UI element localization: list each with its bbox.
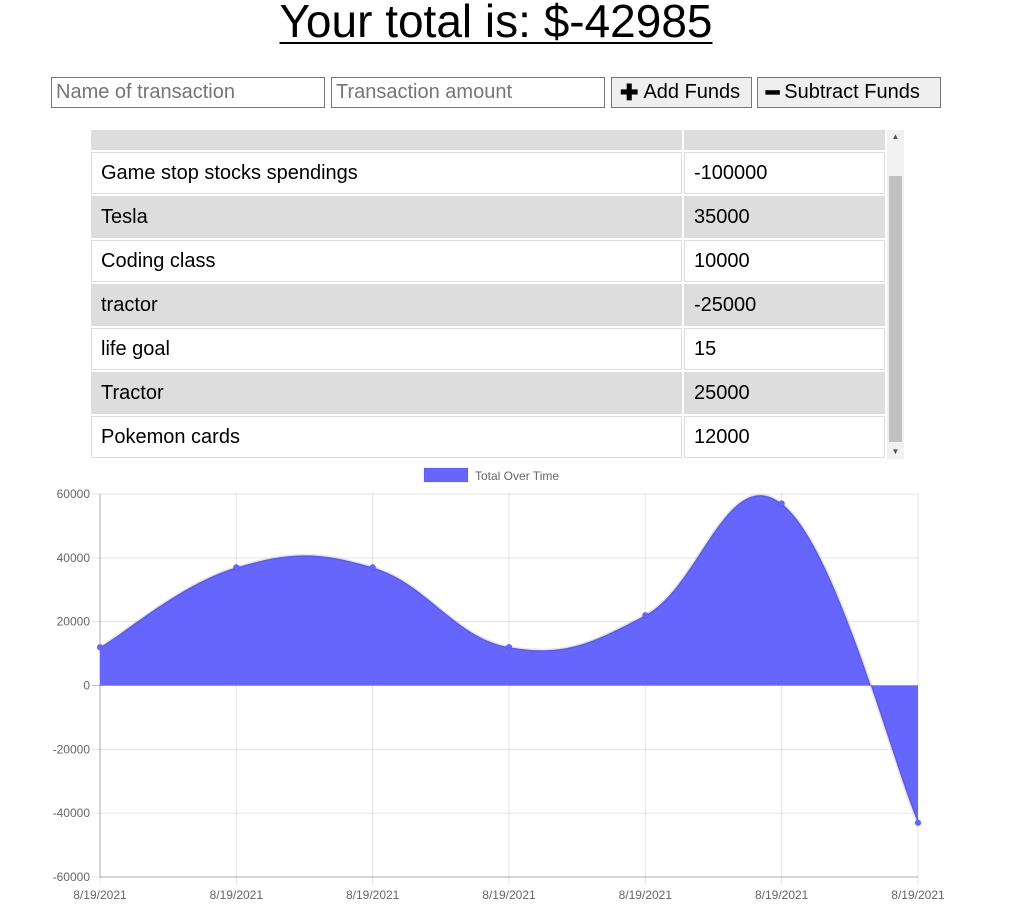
transaction-value-cell: -25000 bbox=[684, 284, 885, 326]
y-tick-label: 0 bbox=[83, 679, 90, 693]
x-tick-label: 8/19/2021 bbox=[210, 888, 264, 902]
y-tick-label: 60000 bbox=[57, 487, 91, 501]
y-tick-label: 20000 bbox=[57, 615, 91, 629]
transaction-name-cell bbox=[91, 130, 682, 150]
scroll-down-arrow-icon[interactable]: ▼ bbox=[887, 445, 904, 459]
data-point bbox=[914, 819, 922, 827]
data-point bbox=[641, 611, 649, 619]
table-row: Tractor 25000 bbox=[91, 372, 885, 414]
table-scrollbar[interactable]: ▲ ▼ bbox=[887, 130, 904, 459]
table-row: Tesla 35000 bbox=[91, 196, 885, 238]
transaction-name-input[interactable] bbox=[51, 77, 325, 108]
transactions-table-container[interactable]: Game stop stocks spendings -100000 Tesla 35… bbox=[89, 130, 904, 459]
add-funds-button[interactable]: ✚ Add Funds bbox=[611, 77, 752, 108]
transaction-value-cell: -100000 bbox=[684, 152, 885, 194]
table-row: tractor -25000 bbox=[91, 284, 885, 326]
table-row: Pokemon cards 12000 bbox=[91, 416, 885, 458]
x-tick-label: 8/19/2021 bbox=[619, 888, 673, 902]
total-over-time-chart: 60000 40000 20000 0 -20000 -40000 -60000 8/19/2… bbox=[53, 467, 945, 902]
minus-icon: ━ bbox=[766, 79, 780, 105]
transaction-value-cell: 12000 bbox=[684, 416, 885, 458]
data-point bbox=[232, 563, 240, 571]
data-point bbox=[505, 643, 513, 651]
transaction-value-cell: 10000 bbox=[684, 240, 885, 282]
transaction-name-cell: Pokemon cards bbox=[91, 416, 682, 458]
x-tick-label: 8/19/2021 bbox=[755, 888, 809, 902]
subtract-funds-button[interactable]: ━ Subtract Funds bbox=[757, 77, 941, 108]
transactions-table: Game stop stocks spendings -100000 Tesla 35… bbox=[89, 130, 887, 459]
transaction-amount-input[interactable] bbox=[331, 77, 605, 108]
transaction-value-cell bbox=[684, 130, 885, 150]
subtract-funds-label: Subtract Funds bbox=[784, 81, 920, 103]
transaction-value-cell: 15 bbox=[684, 328, 885, 370]
table-row bbox=[91, 130, 885, 150]
y-tick-label: -20000 bbox=[53, 742, 91, 756]
y-tick-label: -40000 bbox=[53, 806, 91, 820]
transaction-name-cell: tractor bbox=[91, 284, 682, 326]
transaction-value-cell: 25000 bbox=[684, 372, 885, 414]
data-point bbox=[369, 563, 377, 571]
transaction-name-cell: Tesla bbox=[91, 196, 682, 238]
data-point bbox=[96, 643, 104, 651]
add-funds-label: Add Funds bbox=[643, 81, 741, 103]
x-tick-label: 8/19/2021 bbox=[891, 888, 945, 902]
transaction-name-cell: Game stop stocks spendings bbox=[91, 152, 682, 194]
y-tick-label: 40000 bbox=[57, 551, 91, 565]
table-row: Coding class 10000 bbox=[91, 240, 885, 282]
x-tick-label: 8/19/2021 bbox=[73, 888, 127, 902]
plus-icon: ✚ bbox=[620, 79, 639, 105]
x-tick-label: 8/19/2021 bbox=[346, 888, 400, 902]
legend-swatch bbox=[423, 467, 469, 483]
data-point bbox=[778, 500, 786, 508]
transaction-name-cell: life goal bbox=[91, 328, 682, 370]
table-row: Game stop stocks spendings -100000 bbox=[91, 152, 885, 194]
total-heading: Your total is: $-42985 bbox=[279, 0, 713, 47]
table-row: life goal 15 bbox=[91, 328, 885, 370]
scroll-up-arrow-icon[interactable]: ▲ bbox=[887, 130, 904, 144]
transaction-name-cell: Tractor bbox=[91, 372, 682, 414]
y-tick-label: -60000 bbox=[53, 870, 91, 884]
legend-label: Total Over Time bbox=[475, 469, 559, 483]
transaction-name-cell: Coding class bbox=[91, 240, 682, 282]
x-tick-label: 8/19/2021 bbox=[482, 888, 536, 902]
transaction-value-cell: 35000 bbox=[684, 196, 885, 238]
scrollbar-thumb[interactable] bbox=[889, 176, 902, 442]
